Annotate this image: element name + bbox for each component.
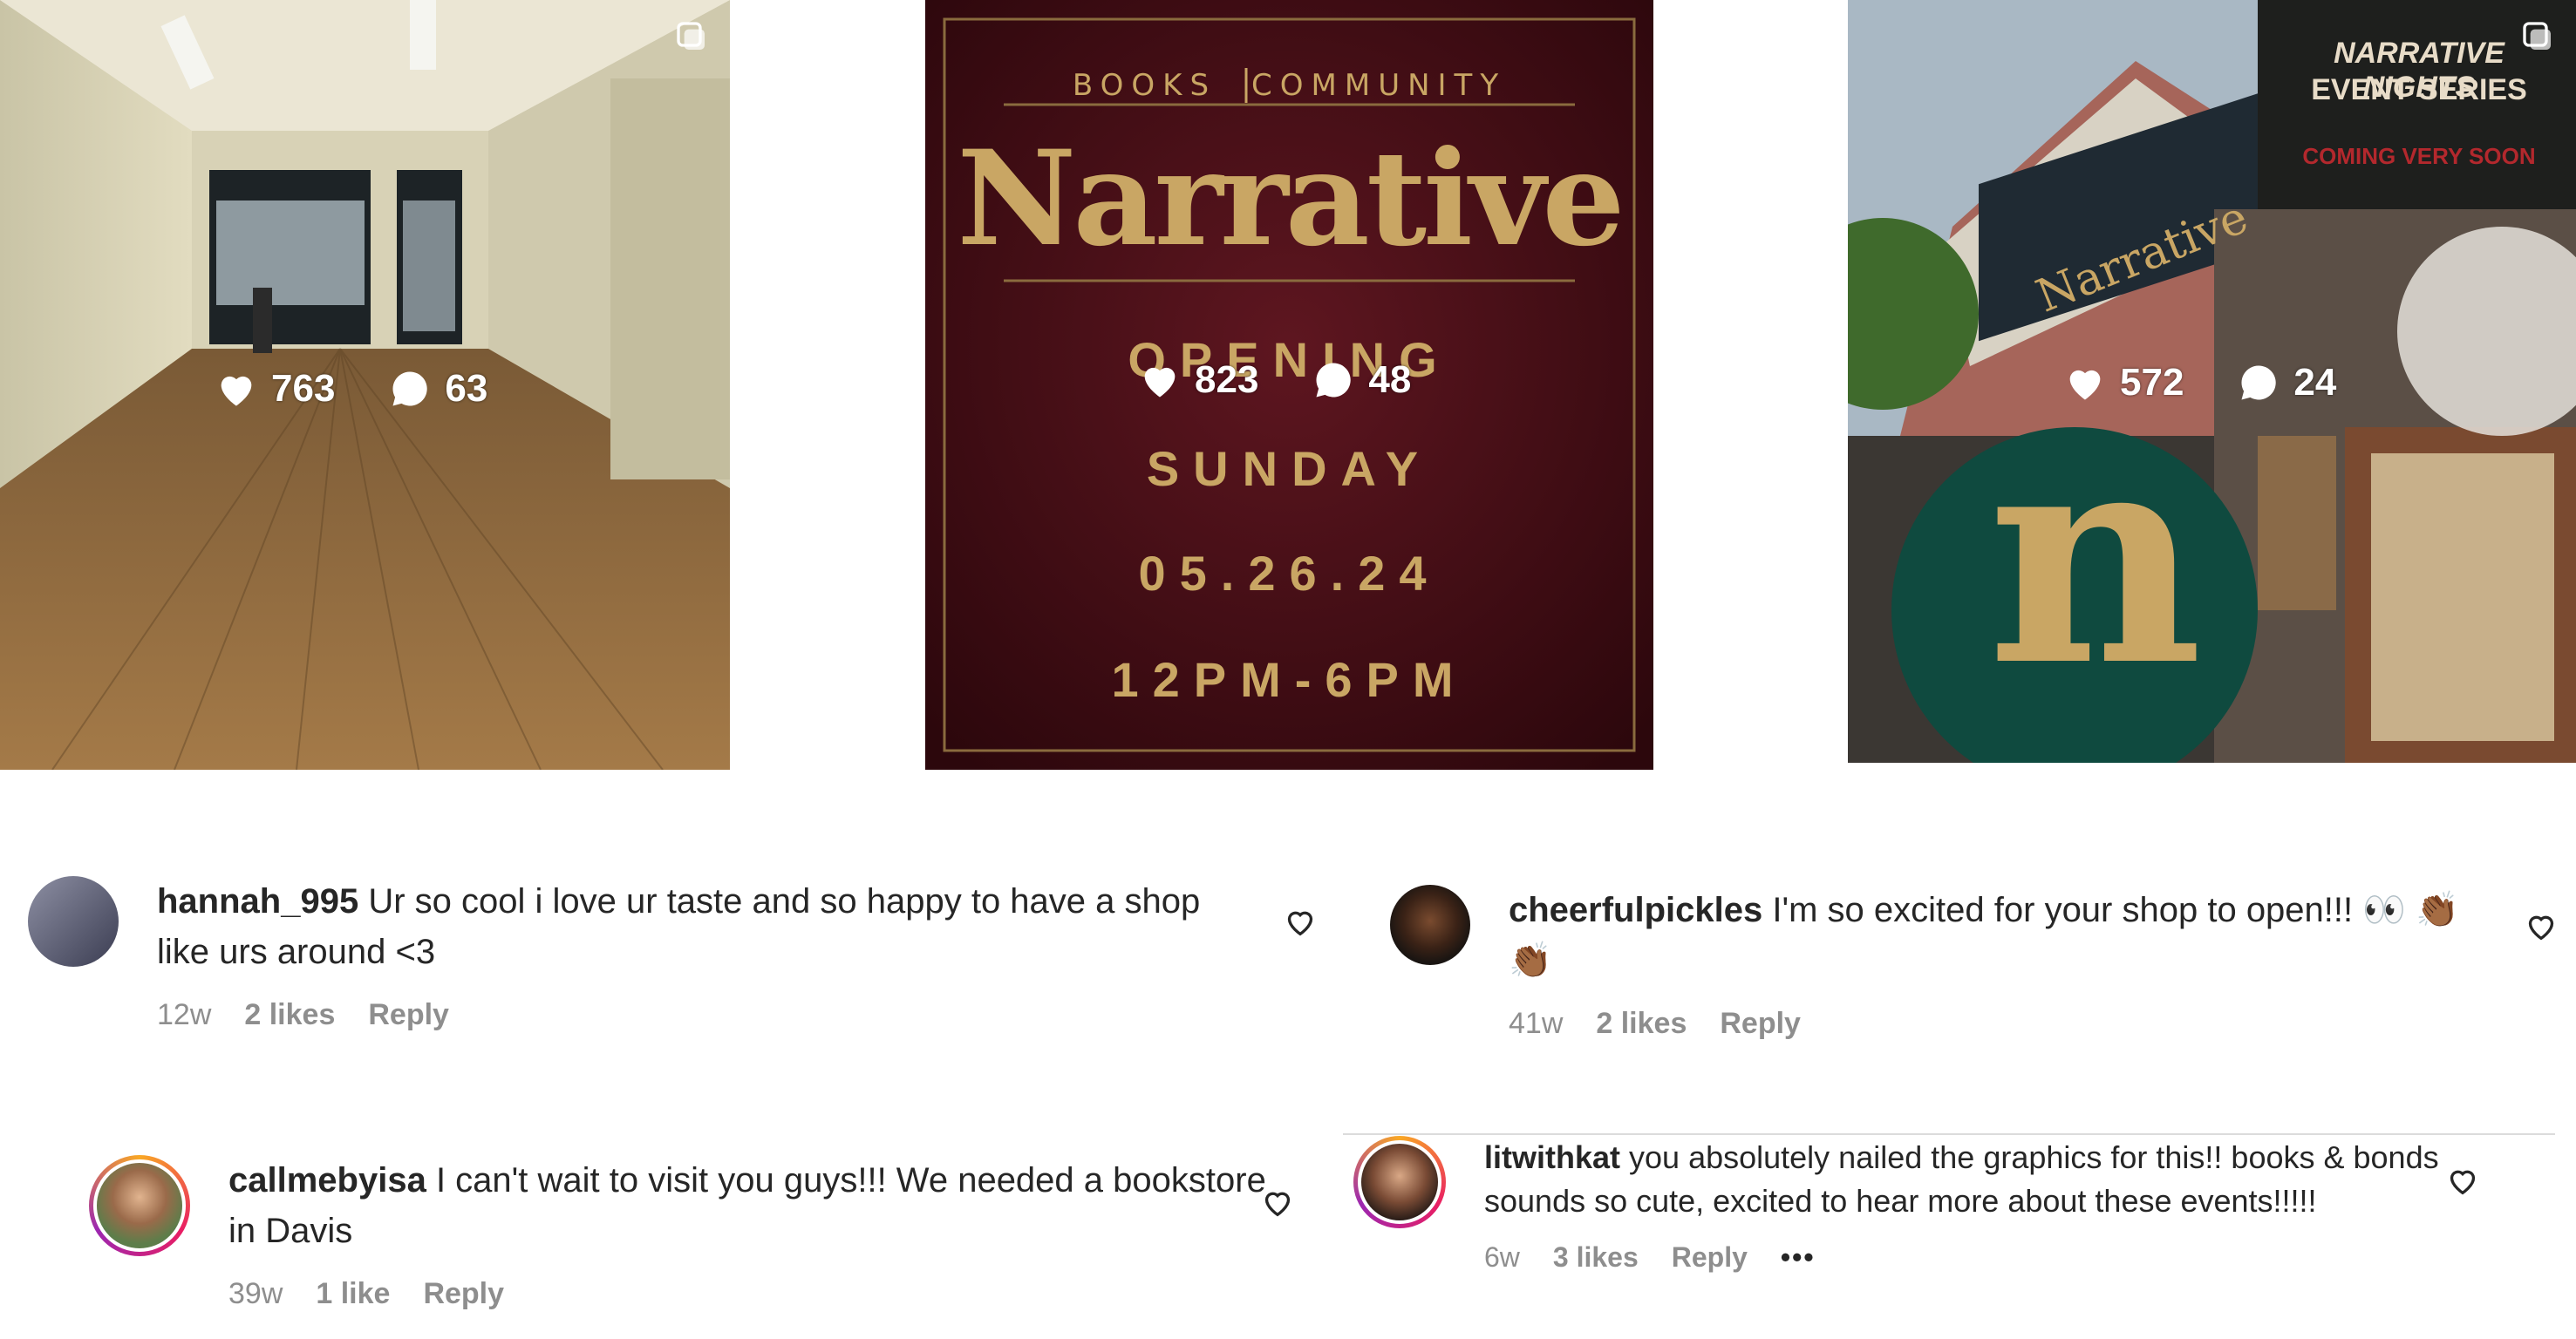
reply-button[interactable]: Reply bbox=[368, 989, 449, 1040]
heart-outline-icon bbox=[2528, 915, 2554, 941]
poster-brand-wordmark: Narrative bbox=[957, 122, 1625, 275]
comment-likes-link[interactable]: 1 like bbox=[316, 1268, 390, 1319]
comments-count: 63 bbox=[445, 367, 488, 410]
comment-bubble-icon bbox=[392, 371, 428, 406]
comment-item: callmebyisa I can't wait to visit you gu… bbox=[89, 1155, 1310, 1319]
comment-username[interactable]: cheerfulpickles bbox=[1509, 891, 1762, 929]
comment-likes-link[interactable]: 3 likes bbox=[1553, 1235, 1639, 1279]
comment-text-block: cheerfulpickles I'm so excited for your … bbox=[1509, 885, 2485, 986]
heart-icon bbox=[221, 376, 252, 406]
post-stats: 763 63 bbox=[214, 366, 540, 411]
like-comment-button[interactable] bbox=[1283, 905, 1318, 940]
heart-icon bbox=[1144, 367, 1176, 398]
comment-text-block: litwithkat you absolutely nailed the gra… bbox=[1484, 1136, 2461, 1223]
comment-age: 6w bbox=[1484, 1241, 1520, 1273]
avatar[interactable] bbox=[28, 876, 119, 967]
comment-meta: 6w 3 likes Reply ••• bbox=[1484, 1235, 2461, 1279]
avatar[interactable] bbox=[1353, 1136, 1446, 1228]
post-stats: 823 48 bbox=[1137, 357, 1463, 403]
like-comment-button[interactable] bbox=[2524, 909, 2559, 944]
comment-age: 39w bbox=[228, 1277, 283, 1310]
multiple-images-icon bbox=[2523, 22, 2551, 50]
likes-count: 823 bbox=[1195, 358, 1259, 401]
multiple-images-icon bbox=[677, 22, 705, 50]
post-thumbnail-store-interior[interactable]: 763 63 bbox=[0, 0, 730, 770]
comment-likes-link[interactable]: 2 likes bbox=[1596, 998, 1687, 1049]
comment-text-block: callmebyisa I can't wait to visit you gu… bbox=[228, 1155, 1292, 1256]
avatar[interactable] bbox=[89, 1155, 190, 1256]
narrative-monogram: n bbox=[1987, 384, 2204, 731]
comment-item: litwithkat you absolutely nailed the gra… bbox=[1353, 1136, 2513, 1279]
comment-username[interactable]: callmebyisa bbox=[228, 1161, 426, 1200]
comments-count: 48 bbox=[1368, 358, 1412, 401]
poster-header-community: COMMUNITY bbox=[1251, 68, 1507, 103]
comment-bubble-icon bbox=[2241, 365, 2277, 400]
comment-age: 12w bbox=[157, 998, 212, 1031]
event-subtitle: COMING VERY SOON bbox=[2302, 143, 2536, 169]
comment-divider bbox=[1343, 1133, 2555, 1135]
poster-line-day: SUNDAY bbox=[1146, 441, 1433, 496]
comment-meta: 12w 2 likes Reply bbox=[157, 989, 1238, 1040]
poster-header: BOOKS COMMUNITY bbox=[925, 68, 1653, 103]
comment-username[interactable]: litwithkat bbox=[1484, 1139, 1620, 1175]
more-options-button[interactable]: ••• bbox=[1781, 1235, 1816, 1279]
heart-icon bbox=[2069, 370, 2101, 400]
event-title-line2: EVENT SERIES bbox=[2311, 73, 2527, 106]
comments-stat: 63 bbox=[387, 366, 487, 411]
poster-line-date: 05.26.24 bbox=[1138, 546, 1441, 601]
poster-line-hours: 12PM-6PM bbox=[1111, 652, 1468, 707]
avatar[interactable] bbox=[1390, 885, 1470, 965]
heart-outline-icon bbox=[1287, 911, 1313, 936]
comment-username[interactable]: hannah_995 bbox=[157, 882, 358, 921]
comment-item: hannah_995 Ur so cool i love ur taste an… bbox=[28, 876, 1284, 1040]
comment-age: 41w bbox=[1509, 1007, 1564, 1040]
comment-text: you absolutely nailed the graphics for t… bbox=[1484, 1139, 2439, 1219]
post-stats: 572 24 bbox=[2062, 360, 2389, 405]
comment-likes-link[interactable]: 2 likes bbox=[244, 989, 335, 1040]
poster-header-books: BOOKS bbox=[1072, 68, 1217, 103]
like-comment-button[interactable] bbox=[2445, 1164, 2480, 1199]
like-comment-button[interactable] bbox=[1260, 1186, 1295, 1220]
heart-outline-icon bbox=[1264, 1192, 1291, 1217]
post-thumbnail-opening-poster[interactable]: BOOKS COMMUNITY Narrative OPENING SUNDAY… bbox=[925, 0, 1653, 770]
comment-text-block: hannah_995 Ur so cool i love ur taste an… bbox=[157, 876, 1238, 977]
heart-outline-icon bbox=[2450, 1170, 2476, 1195]
comments-stat: 48 bbox=[1311, 357, 1411, 403]
reply-button[interactable]: Reply bbox=[1720, 998, 1801, 1049]
post-thumbnail-event-series[interactable]: NARRATIVE NIGHTS EVENT SERIES COMING VER… bbox=[1848, 0, 2576, 763]
comment-meta: 39w 1 like Reply bbox=[228, 1268, 1292, 1319]
comments-count: 24 bbox=[2293, 361, 2337, 404]
likes-stat: 763 bbox=[214, 366, 335, 411]
likes-count: 763 bbox=[271, 367, 336, 410]
likes-stat: 823 bbox=[1137, 357, 1258, 403]
reply-button[interactable]: Reply bbox=[423, 1268, 504, 1319]
comment-bubble-icon bbox=[1316, 363, 1352, 398]
comment-meta: 41w 2 likes Reply bbox=[1509, 998, 2485, 1049]
likes-stat: 572 bbox=[2062, 360, 2184, 405]
comment-item: cheerfulpickles I'm so excited for your … bbox=[1390, 885, 2524, 1049]
reply-button[interactable]: Reply bbox=[1672, 1235, 1748, 1279]
likes-count: 572 bbox=[2120, 361, 2184, 404]
comments-stat: 24 bbox=[2236, 360, 2336, 405]
